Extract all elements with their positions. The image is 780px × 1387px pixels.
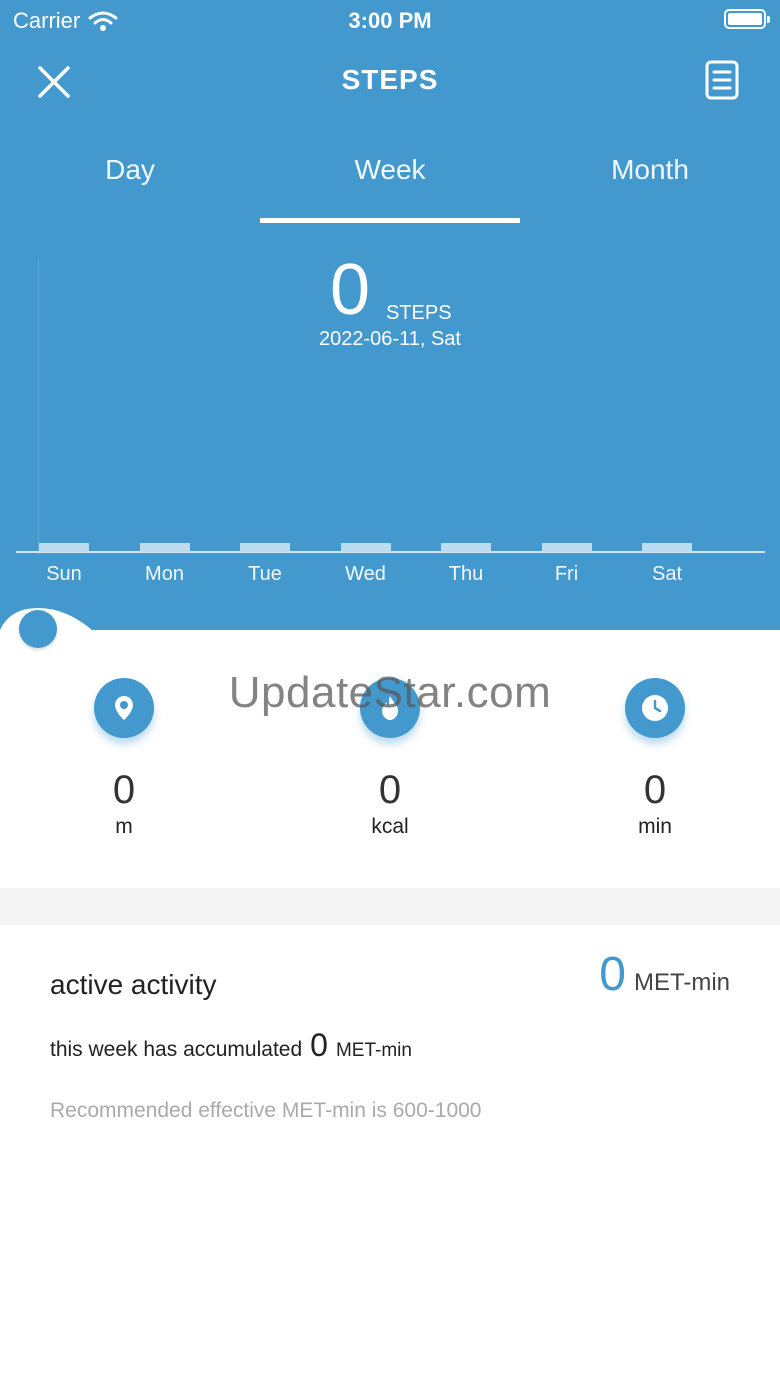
chart-day-label: Fri — [554, 563, 579, 585]
activity-total: 0 MET-min — [599, 947, 730, 1002]
nav-bar: STEPS — [0, 50, 780, 110]
duration-unit: min — [638, 815, 672, 838]
watermark: UpdateStar.com — [228, 668, 552, 717]
distance-value: 0 — [112, 768, 136, 812]
week-accumulated-unit: MET-min — [335, 1040, 412, 1061]
tab-day[interactable]: Day — [0, 148, 260, 224]
chart-bar-sun[interactable] — [39, 543, 89, 552]
chart-bar-thu[interactable] — [441, 543, 491, 552]
header-panel: Carrier 3:00 PM STEPS Day Week Month 0 S… — [0, 0, 780, 630]
calories-unit: kcal — [371, 815, 409, 838]
page-title: STEPS — [341, 64, 439, 95]
selected-date: 2022-06-11, Sat — [319, 328, 461, 350]
chart-bar-fri[interactable] — [541, 543, 592, 552]
chart-slider-handle[interactable] — [19, 610, 57, 648]
chart-bar-tue[interactable] — [240, 543, 290, 552]
steps-chart: 0 STEPS 2022-06-11, Sat Sun Mon Tue Wed Thu F… — [0, 250, 780, 600]
steps-unit: STEPS — [386, 302, 452, 324]
chart-axis-line — [38, 260, 39, 555]
active-tab-indicator — [260, 218, 520, 223]
chart-day-label: Mon — [145, 563, 184, 585]
status-bar: Carrier 3:00 PM — [0, 0, 780, 40]
status-time: 3:00 PM — [348, 8, 432, 33]
activity-title: active activity — [50, 969, 217, 1000]
week-accumulated-value: 0 — [310, 1027, 328, 1063]
activity-section: active activity 0 MET-min this week has … — [0, 925, 780, 1387]
section-divider — [0, 888, 780, 925]
tab-week[interactable]: Week — [260, 148, 520, 224]
duration-value: 0 — [643, 768, 667, 812]
report-icon[interactable] — [700, 58, 744, 102]
distance-unit: m — [115, 815, 133, 838]
battery-icon — [724, 9, 770, 29]
chart-day-label: Wed — [345, 563, 386, 585]
period-tabs: Day Week Month — [0, 148, 780, 228]
chart-day-label: Sun — [46, 563, 82, 585]
tab-month[interactable]: Month — [520, 148, 780, 224]
chart-bar-wed[interactable] — [340, 543, 391, 552]
week-accumulated-label: this week has accumulated — [50, 1038, 303, 1061]
chart-bar-mon[interactable] — [139, 543, 190, 552]
chart-day-label: Sat — [651, 563, 683, 585]
panel-wave — [0, 608, 780, 640]
chart-day-label: Thu — [448, 563, 484, 585]
chart-bar-sat[interactable] — [642, 543, 692, 552]
activity-total-value: 0 — [599, 948, 626, 1001]
recommendation-text: Recommended effective MET-min is 600-100… — [50, 1099, 482, 1122]
chart-day-label: Tue — [248, 563, 282, 585]
activity-total-unit: MET-min — [634, 969, 730, 996]
week-accumulated: this week has accumulated 0 MET-min — [50, 1027, 412, 1064]
steps-value: 0 — [330, 250, 371, 330]
calories-value: 0 — [378, 768, 402, 812]
